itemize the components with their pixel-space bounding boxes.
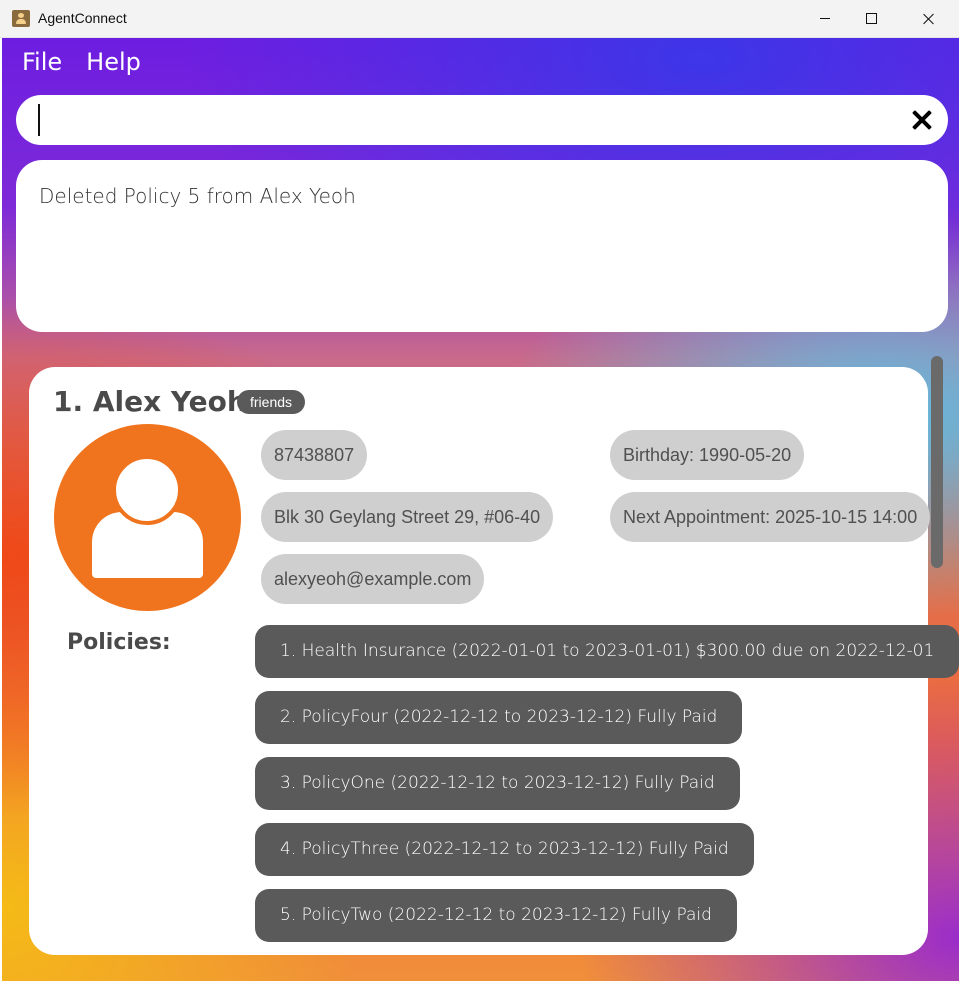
window-title: AgentConnect — [38, 10, 127, 26]
scrollbar-thumb[interactable] — [931, 356, 943, 568]
maximize-button[interactable] — [848, 0, 894, 37]
clear-command-icon[interactable] — [910, 108, 934, 132]
policy-item: 2. PolicyFour (2022-12-12 to 2023-12-12)… — [255, 691, 743, 744]
address-book-icon — [12, 10, 30, 27]
menu-help[interactable]: Help — [86, 48, 141, 76]
address-field: Blk 30 Geylang Street 29, #06-40 — [261, 492, 554, 542]
maximize-icon — [865, 13, 877, 24]
policy-item: 5. PolicyTwo (2022-12-12 to 2023-12-12) … — [255, 889, 737, 942]
email-field: alexyeoh@example.com — [261, 554, 485, 604]
close-window-button[interactable] — [906, 0, 952, 37]
tag-badge: friends — [237, 390, 306, 414]
avatar-head — [112, 455, 182, 525]
menu-file[interactable]: File — [22, 48, 62, 76]
phone-field: 87438807 — [261, 430, 368, 480]
policy-item: 4. PolicyThree (2022-12-12 to 2023-12-12… — [255, 823, 754, 876]
birthday-field: Birthday: 1990-05-20 — [610, 430, 805, 480]
appointment-field: Next Appointment: 2025-10-15 14:00 — [610, 492, 931, 542]
command-input[interactable] — [16, 95, 948, 145]
minimize-button[interactable] — [802, 0, 848, 37]
result-message: Deleted Policy 5 from Alex Yeoh — [39, 184, 356, 208]
close-icon — [923, 13, 935, 25]
person-name: 1. Alex Yeoh — [53, 385, 247, 418]
minimize-icon — [820, 18, 830, 19]
policy-item: 1. Health Insurance (2022-01-01 to 2023-… — [255, 625, 959, 678]
title-bar[interactable]: AgentConnect — [0, 0, 959, 38]
result-display: Deleted Policy 5 from Alex Yeoh — [16, 160, 948, 332]
main-content: File Help Deleted Policy 5 from Alex Yeo… — [2, 38, 959, 981]
menu-bar: File Help — [22, 48, 141, 76]
policies-heading: Policies: — [67, 630, 171, 655]
policy-item: 3. PolicyOne (2022-12-12 to 2023-12-12) … — [255, 757, 740, 810]
avatar — [54, 424, 241, 611]
person-card[interactable]: 1. Alex Yeoh friends 87438807 Blk 30 Gey… — [29, 367, 959, 955]
app-window: AgentConnect File Help Deleted Policy 5 … — [0, 0, 959, 981]
text-cursor — [38, 104, 40, 136]
